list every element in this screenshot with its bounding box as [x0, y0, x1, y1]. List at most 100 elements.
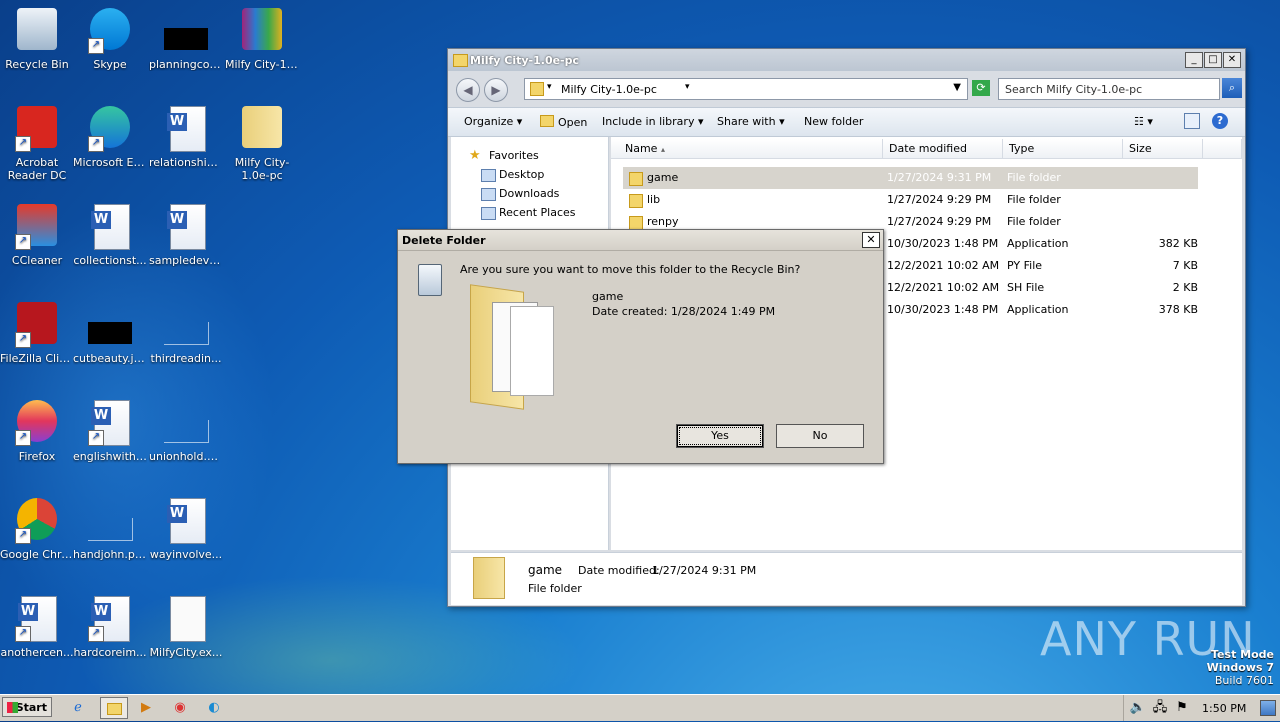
nav-downloads[interactable]: Downloads: [481, 185, 559, 203]
column-name[interactable]: Name ▴: [611, 139, 883, 159]
refresh-icon[interactable]: ⟳: [972, 80, 990, 96]
yes-button[interactable]: Yes: [676, 424, 764, 448]
desktop-icon-label: thirdreadin...: [150, 352, 222, 365]
desktop-icon-label: planningcoff...: [149, 58, 223, 71]
desktop-icon[interactable]: W ↗ hardcoreim...: [73, 594, 147, 659]
back-button[interactable]: ◀: [456, 78, 480, 102]
file-type: File folder: [1007, 171, 1061, 184]
column-type[interactable]: Type: [1003, 139, 1123, 159]
explorer-titlebar[interactable]: Milfy City-1.0e-pc _ □ ✕: [448, 49, 1245, 71]
column-extra[interactable]: [1203, 139, 1242, 159]
desktop-icon-label: Milfy City-1.0e-pc: [234, 156, 290, 182]
search-icon[interactable]: ⌕: [1222, 78, 1242, 98]
file-row[interactable]: game 1/27/2024 9:31 PM File folder: [623, 167, 1198, 189]
image-file-icon: [86, 300, 134, 348]
desktop-icon-label: FileZilla Client: [0, 352, 74, 365]
desktop-icon-label: sampledevel...: [149, 254, 223, 267]
desktop-icon[interactable]: W ↗ anothercen...: [0, 594, 74, 659]
desktop-icon[interactable]: ↗ Firefox: [0, 398, 74, 463]
volume-icon[interactable]: 🔈: [1128, 698, 1148, 718]
desktop-icon[interactable]: ↗ Skype: [73, 6, 147, 71]
details-date-label: Date modified:: [578, 564, 660, 577]
test-mode-text: Test Mode Windows 7 Build 7601: [1207, 648, 1274, 687]
dialog-titlebar[interactable]: Delete Folder ✕: [398, 230, 883, 251]
include-in-library-button[interactable]: Include in library ▾: [602, 115, 703, 128]
address-history-dropdown[interactable]: ▼: [953, 82, 961, 93]
view-options-icon[interactable]: ☷ ▾: [1134, 115, 1153, 128]
shortcut-arrow-icon: ↗: [15, 136, 31, 152]
desktop-icon[interactable]: Wcollectionst...: [73, 202, 147, 267]
column-size[interactable]: Size: [1123, 139, 1203, 159]
desktop-icon[interactable]: ↗ CCleaner: [0, 202, 74, 267]
edge-icon[interactable]: ◐: [204, 698, 224, 718]
desktop-icon[interactable]: Recycle Bin: [0, 6, 74, 71]
word-doc-icon: W ↗: [86, 398, 134, 446]
no-button[interactable]: No: [776, 424, 864, 448]
desktop-icon[interactable]: Wwayinvolve...: [149, 496, 223, 561]
column-date-modified[interactable]: Date modified: [883, 139, 1003, 159]
file-date: 10/30/2023 1:48 PM: [887, 237, 999, 250]
desktop-icon[interactable]: W ↗ englishwithi...: [73, 398, 147, 463]
desktop-icon[interactable]: ↗ Google Chrome: [0, 496, 74, 561]
nav-desktop[interactable]: Desktop: [481, 166, 544, 184]
maximize-button[interactable]: □: [1204, 52, 1222, 68]
desktop-icon[interactable]: ↗ Acrobat Reader DC: [0, 104, 74, 182]
desktop-icon[interactable]: Wsampledevel...: [149, 202, 223, 267]
forward-button[interactable]: ▶: [484, 78, 508, 102]
edge-icon: ↗: [86, 104, 134, 152]
ie-icon[interactable]: ℯ: [68, 698, 88, 718]
help-icon[interactable]: ?: [1212, 113, 1228, 129]
media-player-icon[interactable]: ▶: [136, 698, 156, 718]
file-row[interactable]: lib 1/27/2024 9:29 PM File folder: [623, 189, 1198, 211]
desktop-icon[interactable]: unionhold.png: [149, 398, 223, 463]
new-folder-button[interactable]: New folder: [804, 115, 863, 128]
shortcut-arrow-icon: ↗: [15, 528, 31, 544]
folder-icon: [629, 216, 643, 230]
action-center-flag-icon[interactable]: ⚑: [1172, 698, 1192, 718]
desktop-icon[interactable]: handjohn.png: [73, 496, 147, 561]
desktop-icon[interactable]: ↗ Microsoft Edge: [73, 104, 147, 169]
desktop-icon[interactable]: Milfy City-1.0e-p...: [225, 6, 299, 71]
open-folder-icon: [540, 115, 554, 127]
desktop-icon-label: Recycle Bin: [5, 58, 69, 71]
dialog-close-button[interactable]: ✕: [862, 232, 880, 248]
clock[interactable]: 1:50 PM: [1202, 702, 1246, 715]
address-bar[interactable]: ▾ Milfy City-1.0e-pc ▾ ▼: [524, 78, 968, 100]
desktop-icon[interactable]: cutbeauty.jpg: [73, 300, 147, 365]
organize-button[interactable]: Organize ▾: [464, 115, 522, 128]
folder-icon: [106, 703, 122, 715]
details-type: File folder: [528, 582, 582, 595]
chrome-icon[interactable]: ◉: [170, 698, 190, 718]
share-with-button[interactable]: Share with ▾: [717, 115, 785, 128]
file-date: 1/27/2024 9:31 PM: [887, 171, 992, 184]
nav-recent-places[interactable]: Recent Places: [481, 204, 576, 222]
start-button[interactable]: Start: [2, 697, 52, 717]
explorer-taskbar-icon[interactable]: [100, 697, 128, 719]
desktop-icon[interactable]: Wrelationship...: [149, 104, 223, 169]
desktop-icon-label: handjohn.png: [73, 548, 147, 561]
network-icon[interactable]: 🖧: [1150, 698, 1170, 718]
show-desktop-button[interactable]: [1260, 700, 1276, 716]
minimize-button[interactable]: _: [1185, 52, 1203, 68]
desktop-icon[interactable]: MilfyCity.ex...: [149, 594, 223, 659]
desktop-icon-label: englishwithi...: [73, 450, 147, 463]
open-button[interactable]: Open: [540, 115, 587, 129]
nav-favorites[interactable]: ★ Favorites: [469, 147, 539, 165]
desktop-icon-label: Milfy City-1.0e-p...: [225, 58, 299, 71]
breadcrumb-arrow-icon[interactable]: ▾: [547, 82, 552, 92]
close-button[interactable]: ✕: [1223, 52, 1241, 68]
preview-pane-icon[interactable]: [1184, 113, 1200, 129]
explorer-title: Milfy City-1.0e-pc: [470, 54, 580, 67]
dialog-item-name: game: [592, 290, 624, 303]
delete-folder-dialog[interactable]: Delete Folder ✕ Are you sure you want to…: [397, 229, 884, 464]
word-doc-icon: W ↗: [13, 594, 61, 642]
breadcrumb-dropdown-icon[interactable]: ▾: [685, 82, 690, 92]
desktop-icon-label: Google Chrome: [0, 548, 74, 561]
desktop-icon[interactable]: Milfy City-1.0e-pc: [225, 104, 299, 182]
desktop-icon[interactable]: ↗ FileZilla Client: [0, 300, 74, 365]
desktop-icon[interactable]: planningcoff...: [149, 6, 223, 71]
search-input[interactable]: Search Milfy City-1.0e-pc: [998, 78, 1220, 100]
desktop-icon[interactable]: thirdreadin...: [149, 300, 223, 365]
word-doc-icon: W: [162, 202, 210, 250]
chrome-icon: ↗: [13, 496, 61, 544]
